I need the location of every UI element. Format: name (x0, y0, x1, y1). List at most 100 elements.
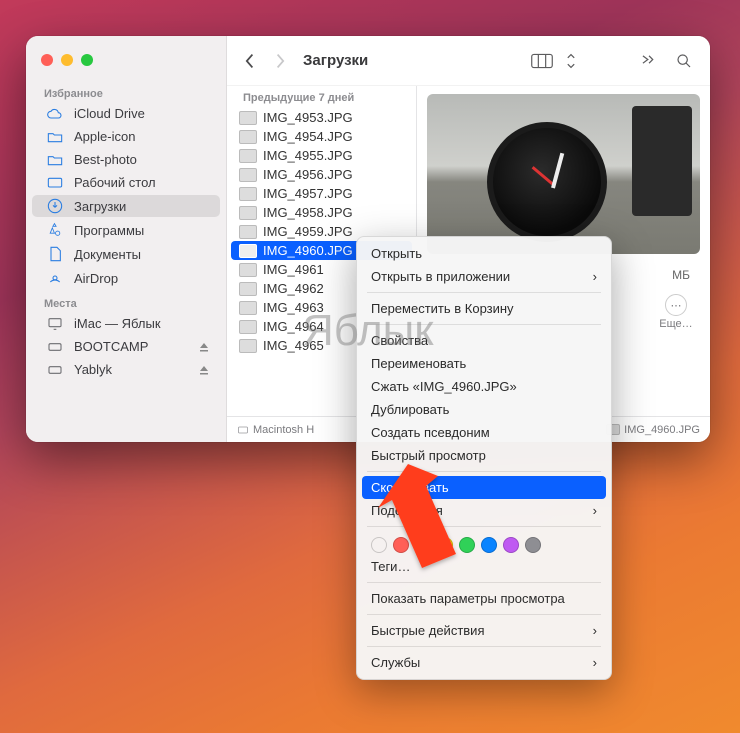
sidebar: Избранное iCloud Drive Apple-icon Best-p… (26, 36, 227, 442)
view-mode-button[interactable] (528, 49, 556, 73)
cm-view-options[interactable]: Показать параметры просмотра (357, 587, 611, 610)
apps-icon (46, 222, 64, 238)
cm-trash[interactable]: Переместить в Корзину (357, 297, 611, 320)
file-name: IMG_4959.JPG (263, 224, 353, 239)
image-thumb-icon (239, 225, 257, 239)
image-thumb-icon (239, 168, 257, 182)
file-row[interactable]: IMG_4958.JPG (227, 203, 416, 222)
file-row[interactable]: IMG_4957.JPG (227, 184, 416, 203)
display-icon (46, 317, 64, 331)
chevron-right-icon: › (593, 655, 597, 670)
forward-button[interactable] (269, 49, 291, 73)
tag-color[interactable] (525, 537, 541, 553)
sidebar-item-label: Рабочий стол (74, 175, 156, 190)
context-menu[interactable]: Открыть Открыть в приложении› Переместит… (356, 236, 612, 680)
group-header: Предыдущие 7 дней (227, 86, 416, 108)
disk-icon (237, 424, 249, 436)
sidebar-item-desktop[interactable]: Рабочий стол (32, 172, 220, 193)
cm-copy[interactable]: Скопировать (362, 476, 606, 499)
file-row[interactable]: IMG_4956.JPG (227, 165, 416, 184)
file-name: IMG_4963 (263, 300, 324, 315)
airdrop-icon (46, 270, 64, 286)
cm-duplicate[interactable]: Дублировать (357, 398, 611, 421)
back-button[interactable] (239, 49, 261, 73)
sidebar-item-label: iMac — Яблык (74, 316, 161, 331)
window-controls (26, 46, 226, 80)
file-row[interactable]: IMG_4955.JPG (227, 146, 416, 165)
desktop-icon (46, 177, 64, 189)
cm-compress[interactable]: Сжать «IMG_4960.JPG» (357, 375, 611, 398)
minimize-icon[interactable] (61, 54, 73, 66)
tag-color[interactable] (481, 537, 497, 553)
cm-info[interactable]: Свойства (357, 329, 611, 352)
file-name: IMG_4962 (263, 281, 324, 296)
path-leaf[interactable]: IMG_4960.JPG (606, 424, 700, 436)
sidebar-item-airdrop[interactable]: AirDrop (32, 267, 220, 289)
cm-share[interactable]: Поделиться› (357, 499, 611, 522)
sidebar-item-apps[interactable]: Программы (32, 219, 220, 241)
cm-services[interactable]: Службы› (357, 651, 611, 674)
tag-color[interactable] (371, 537, 387, 553)
cm-alias[interactable]: Создать псевдоним (357, 421, 611, 444)
chevron-right-icon: › (593, 623, 597, 638)
tag-color[interactable] (415, 537, 431, 553)
cm-rename[interactable]: Переименовать (357, 352, 611, 375)
sidebar-item-label: Yablyk (74, 362, 112, 377)
eject-icon[interactable] (198, 364, 210, 376)
file-name: IMG_4965 (263, 338, 324, 353)
cloud-icon (46, 108, 64, 120)
sidebar-item-label: Best-photo (74, 152, 137, 167)
tag-color[interactable] (437, 537, 453, 553)
path-root[interactable]: Macintosh H (237, 424, 314, 436)
sidebar-item-documents[interactable]: Документы (32, 243, 220, 265)
cm-tag-colors[interactable] (357, 531, 611, 555)
sidebar-item-label: BOOTCAMP (74, 339, 148, 354)
image-thumb-icon (239, 301, 257, 315)
image-thumb-icon (239, 111, 257, 125)
file-name: IMG_4957.JPG (263, 186, 353, 201)
maximize-icon[interactable] (81, 54, 93, 66)
sidebar-item-best-photo[interactable]: Best-photo (32, 149, 220, 170)
image-thumb-icon (239, 320, 257, 334)
more-button[interactable]: ⋯ Еще… (652, 288, 700, 336)
sidebar-item-bootcamp[interactable]: BOOTCAMP (32, 336, 220, 357)
sidebar-item-downloads[interactable]: Загрузки (32, 195, 220, 217)
tag-color[interactable] (503, 537, 519, 553)
image-thumb-icon (239, 130, 257, 144)
chevron-right-icon: › (593, 503, 597, 518)
cm-open-with[interactable]: Открыть в приложении› (357, 265, 611, 288)
sidebar-item-imac[interactable]: iMac — Яблык (32, 313, 220, 334)
tag-color[interactable] (393, 537, 409, 553)
image-thumb-icon (239, 187, 257, 201)
cm-quick-actions[interactable]: Быстрые действия› (357, 619, 611, 642)
sidebar-item-icloud[interactable]: iCloud Drive (32, 103, 220, 124)
file-name: IMG_4961 (263, 262, 324, 277)
disk-icon (46, 363, 64, 377)
ellipsis-icon: ⋯ (665, 294, 687, 316)
folder-icon (46, 154, 64, 166)
doc-icon (46, 246, 64, 262)
file-name: IMG_4960.JPG (263, 243, 353, 258)
file-row[interactable]: IMG_4953.JPG (227, 108, 416, 127)
image-thumb-icon (239, 282, 257, 296)
sidebar-item-label: AirDrop (74, 271, 118, 286)
cm-tags[interactable]: Теги… (357, 555, 611, 578)
file-name: IMG_4955.JPG (263, 148, 353, 163)
file-name: IMG_4953.JPG (263, 110, 353, 125)
image-thumb-icon (239, 206, 257, 220)
tag-color[interactable] (459, 537, 475, 553)
search-button[interactable] (670, 49, 698, 73)
file-name: IMG_4954.JPG (263, 129, 353, 144)
download-icon (46, 198, 64, 214)
cm-open[interactable]: Открыть (357, 242, 611, 265)
sidebar-item-label: Документы (74, 247, 141, 262)
sidebar-item-yablyk[interactable]: Yablyk (32, 359, 220, 380)
more-toolbar-button[interactable] (634, 49, 662, 73)
close-icon[interactable] (41, 54, 53, 66)
disk-icon (46, 340, 64, 354)
sidebar-item-apple-icon[interactable]: Apple-icon (32, 126, 220, 147)
eject-icon[interactable] (198, 341, 210, 353)
view-options-button[interactable] (564, 49, 578, 73)
file-row[interactable]: IMG_4954.JPG (227, 127, 416, 146)
cm-quicklook[interactable]: Быстрый просмотр (357, 444, 611, 467)
